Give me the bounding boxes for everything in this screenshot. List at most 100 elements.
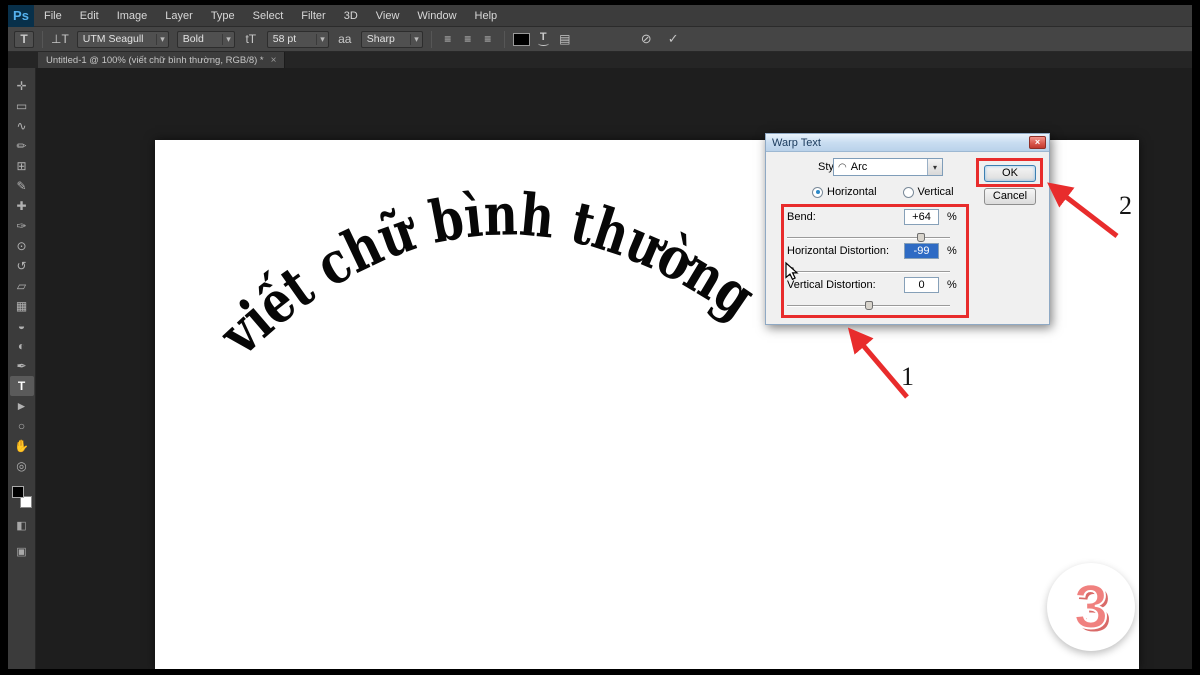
tool-type[interactable]: T bbox=[10, 376, 34, 396]
style-select[interactable]: ◠ Arc ▾ bbox=[833, 158, 943, 176]
blur-icon: ◒ bbox=[18, 319, 25, 333]
character-panel-icon[interactable]: ▤ bbox=[557, 32, 573, 46]
anti-alias-value: Sharp bbox=[367, 33, 395, 45]
eyedropper-icon: ✎ bbox=[16, 179, 26, 193]
horizontal-label: Horizontal bbox=[827, 186, 877, 198]
tool-ellipse[interactable]: ○ bbox=[10, 416, 34, 436]
tool-crop[interactable]: ⊞ bbox=[10, 156, 34, 176]
tool-hand[interactable]: ✋ bbox=[10, 436, 34, 456]
menu-item-image[interactable]: Image bbox=[117, 10, 148, 22]
menu-item-file[interactable]: File bbox=[44, 10, 62, 22]
align-center-icon[interactable]: ≡ bbox=[460, 32, 476, 46]
font-style-value: Bold bbox=[183, 33, 204, 45]
step-badge-number: 3 bbox=[1074, 572, 1108, 643]
font-style-select[interactable]: Bold ▾ bbox=[177, 31, 235, 48]
tool-palette: ✛▭∿✏⊞✎✚✑⊙↺▱▦◒◐✒T►○✋◎ ◧▣ bbox=[8, 68, 36, 669]
font-size-value: 58 pt bbox=[273, 33, 296, 45]
separator bbox=[504, 31, 505, 48]
dodge-icon: ◐ bbox=[18, 339, 25, 353]
font-family-select[interactable]: UTM Seagull ▾ bbox=[77, 31, 169, 48]
chevron-down-icon: ▾ bbox=[222, 34, 231, 45]
menu-item-layer[interactable]: Layer bbox=[165, 10, 193, 22]
commit-edits-icon[interactable]: ✓ bbox=[668, 31, 679, 47]
document-tab-bar: Untitled-1 @ 100% (viết chữ bình thường,… bbox=[8, 52, 1192, 68]
quick-select-icon: ✏ bbox=[16, 139, 26, 153]
orientation-radios: Horizontal Vertical bbox=[812, 186, 954, 198]
chevron-down-icon[interactable]: ▾ bbox=[927, 159, 942, 175]
tool-zoom[interactable]: ◎ bbox=[10, 456, 34, 476]
clone-stamp-icon: ⊙ bbox=[16, 239, 26, 253]
color-swatches[interactable] bbox=[12, 486, 32, 508]
font-size-select[interactable]: 58 pt ▾ bbox=[267, 31, 329, 48]
alignment-group: ≡ ≡ ≡ bbox=[440, 32, 496, 46]
cancel-button[interactable]: Cancel bbox=[984, 188, 1036, 205]
cancel-edits-icon[interactable]: ⊘ bbox=[641, 31, 652, 47]
dialog-title-bar[interactable]: Warp Text bbox=[766, 134, 1049, 152]
tool-eraser[interactable]: ▱ bbox=[10, 276, 34, 296]
menu-item-3d[interactable]: 3D bbox=[344, 10, 358, 22]
menu-item-edit[interactable]: Edit bbox=[80, 10, 99, 22]
document-tab-title: Untitled-1 @ 100% (viết chữ bình thường,… bbox=[46, 55, 264, 66]
annotation-number-1: 1 bbox=[901, 362, 914, 392]
align-left-icon[interactable]: ≡ bbox=[440, 32, 456, 46]
menu-item-type[interactable]: Type bbox=[211, 10, 235, 22]
annotation-box-sliders bbox=[781, 204, 969, 318]
pen-icon: ✒ bbox=[16, 359, 26, 373]
menu-item-window[interactable]: Window bbox=[417, 10, 456, 22]
chevron-down-icon: ▾ bbox=[316, 34, 325, 45]
menu-item-filter[interactable]: Filter bbox=[301, 10, 325, 22]
tool-move[interactable]: ✛ bbox=[10, 76, 34, 96]
tool-dodge[interactable]: ◐ bbox=[10, 336, 34, 356]
chevron-down-icon: ▾ bbox=[156, 34, 165, 45]
screen-mode-icon[interactable]: ▣ bbox=[16, 542, 26, 560]
menu-item-help[interactable]: Help bbox=[475, 10, 498, 22]
document-tab[interactable]: Untitled-1 @ 100% (viết chữ bình thường,… bbox=[38, 52, 285, 68]
text-color-swatch[interactable] bbox=[513, 33, 530, 46]
tool-preset-button[interactable]: T bbox=[14, 31, 34, 48]
close-icon[interactable]: × bbox=[271, 55, 277, 66]
annotation-box-ok bbox=[976, 158, 1043, 187]
foreground-color-swatch[interactable] bbox=[12, 486, 24, 498]
tool-clone-stamp[interactable]: ⊙ bbox=[10, 236, 34, 256]
tool-blur[interactable]: ◒ bbox=[10, 316, 34, 336]
font-size-icon: tT bbox=[243, 32, 259, 46]
chevron-down-icon: ▾ bbox=[410, 34, 419, 45]
tool-brush[interactable]: ✑ bbox=[10, 216, 34, 236]
lasso-icon: ∿ bbox=[16, 119, 26, 133]
warp-text-icon[interactable]: T bbox=[538, 33, 549, 46]
menu-items: File Edit Image Layer Type Select Filter 3D View… bbox=[44, 10, 497, 22]
quick-mask-icon[interactable]: ◧ bbox=[16, 516, 26, 534]
tool-lasso[interactable]: ∿ bbox=[10, 116, 34, 136]
path-select-icon: ► bbox=[16, 399, 28, 413]
tool-quick-select[interactable]: ✏ bbox=[10, 136, 34, 156]
menu-item-view[interactable]: View bbox=[376, 10, 400, 22]
vertical-radio[interactable]: Vertical bbox=[903, 186, 954, 198]
close-button[interactable]: × bbox=[1029, 136, 1046, 149]
menu-bar: Ps File Edit Image Layer Type Select Filter 3D V… bbox=[8, 5, 1192, 27]
anti-alias-select[interactable]: Sharp ▾ bbox=[361, 31, 423, 48]
align-right-icon[interactable]: ≡ bbox=[480, 32, 496, 46]
warp-text-letter: T bbox=[540, 33, 547, 41]
hand-icon: ✋ bbox=[14, 439, 29, 453]
svg-text:viết chữ bình thường: viết chữ bình thường bbox=[205, 180, 767, 369]
photoshop-logo: Ps bbox=[8, 5, 34, 27]
tool-gradient[interactable]: ▦ bbox=[10, 296, 34, 316]
vertical-label: Vertical bbox=[918, 186, 954, 198]
warped-text: viết chữ bình thường bbox=[205, 180, 767, 369]
tool-healing-brush[interactable]: ✚ bbox=[10, 196, 34, 216]
text-orientation-icon[interactable]: ⊥T bbox=[51, 32, 69, 46]
tool-path-select[interactable]: ► bbox=[10, 396, 34, 416]
horizontal-radio[interactable]: Horizontal bbox=[812, 186, 877, 198]
menu-item-select[interactable]: Select bbox=[253, 10, 284, 22]
healing-brush-icon: ✚ bbox=[16, 199, 26, 213]
tool-eyedropper[interactable]: ✎ bbox=[10, 176, 34, 196]
separator bbox=[431, 31, 432, 48]
step-badge: 3 bbox=[1047, 563, 1135, 651]
commit-group: ⊘ ✓ bbox=[641, 31, 679, 47]
brush-icon: ✑ bbox=[16, 219, 26, 233]
tool-extra-icons: ◧▣ bbox=[16, 508, 26, 560]
font-family-value: UTM Seagull bbox=[83, 33, 144, 45]
tool-pen[interactable]: ✒ bbox=[10, 356, 34, 376]
tool-history-brush[interactable]: ↺ bbox=[10, 256, 34, 276]
tool-marquee[interactable]: ▭ bbox=[10, 96, 34, 116]
